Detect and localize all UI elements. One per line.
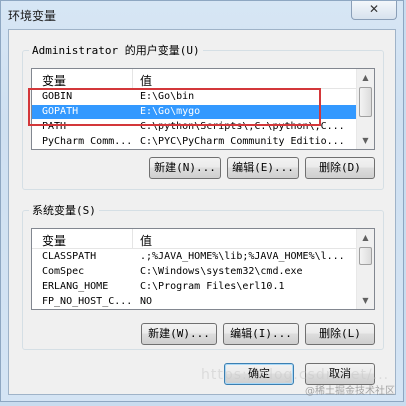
scroll-up-arrow-icon[interactable]: ▲: [357, 69, 374, 86]
system-edit-button[interactable]: 编辑(I)...: [223, 323, 299, 345]
system-variables-header: 变量 值: [32, 229, 357, 249]
site-watermark: @稀土掘金技术社区: [305, 386, 395, 397]
system-var-row-classpath[interactable]: CLASSPATH .;%JAVA_HOME%\lib;%JAVA_HOME%\…: [32, 250, 357, 264]
blog-watermark: https://blog.csdn.net/...: [201, 367, 390, 383]
dialog-title: 环境变量: [8, 9, 57, 23]
system-var-row-comspec[interactable]: ComSpec C:\Windows\system32\cmd.exe: [32, 265, 357, 279]
variable-name: PyCharm Comm...: [42, 136, 132, 147]
annotation-highlight-box: [28, 88, 321, 126]
system-var-row-fp-no-host[interactable]: FP_NO_HOST_C... NO: [32, 295, 357, 309]
user-delete-button[interactable]: 删除(D): [305, 157, 375, 179]
variable-value: C:\Windows\system32\cmd.exe: [140, 266, 303, 277]
dialog-client-area: Administrator 的用户变量(U) 变量 值 GOBIN E:\Go\…: [8, 29, 396, 395]
user-variables-label: Administrator 的用户变量(U): [29, 42, 203, 58]
system-new-button[interactable]: 新建(W)...: [141, 323, 217, 345]
system-delete-button[interactable]: 删除(L): [305, 323, 375, 345]
scroll-thumb[interactable]: [359, 87, 372, 117]
column-header-value[interactable]: 值: [140, 232, 152, 249]
close-icon: ✕: [368, 2, 380, 16]
column-header-variable[interactable]: 变量: [42, 72, 66, 89]
scroll-up-arrow-icon[interactable]: ▲: [357, 229, 374, 246]
scroll-thumb[interactable]: [359, 247, 372, 265]
column-separator[interactable]: [132, 229, 133, 248]
variable-name: CLASSPATH: [42, 251, 97, 262]
scroll-down-arrow-icon[interactable]: ▼: [357, 132, 374, 149]
user-variables-header: 变量 值: [32, 69, 357, 89]
user-var-row-pycharm[interactable]: PyCharm Comm... C:\PYC\PyCharm Community…: [32, 135, 357, 149]
variable-name: ComSpec: [42, 266, 85, 277]
system-variables-list[interactable]: 变量 值 CLASSPATH .;%JAVA_HOME%\lib;%JAVA_H…: [31, 228, 375, 310]
user-new-button[interactable]: 新建(N)...: [149, 157, 221, 179]
system-variables-label: 系统变量(S): [29, 202, 99, 218]
column-separator[interactable]: [132, 69, 133, 88]
variable-name: FP_NO_HOST_C...: [42, 296, 132, 307]
variable-value: .;%JAVA_HOME%\lib;%JAVA_HOME%\l...: [140, 251, 345, 262]
variable-value: NO: [140, 296, 153, 307]
scroll-down-arrow-icon[interactable]: ▼: [357, 292, 374, 309]
column-header-variable[interactable]: 变量: [42, 232, 66, 249]
column-header-value[interactable]: 值: [140, 72, 152, 89]
close-button[interactable]: ✕: [351, 1, 397, 20]
system-variables-group: 系统变量(S) 变量 值 CLASSPATH .;%JAVA_HOME%\lib…: [22, 202, 384, 350]
environment-variables-dialog: 环境变量 ✕ Administrator 的用户变量(U) 变量 值 GOBIN…: [0, 0, 404, 402]
variable-name: ERLANG_HOME: [42, 281, 109, 292]
variable-value: C:\Program Files\erl10.1: [140, 281, 285, 292]
variable-value: C:\PYC\PyCharm Community Editio...: [140, 136, 345, 147]
user-edit-button[interactable]: 编辑(E)...: [227, 157, 299, 179]
user-variables-scrollbar[interactable]: ▲ ▼: [356, 69, 374, 149]
system-var-row-erlang-home[interactable]: ERLANG_HOME C:\Program Files\erl10.1: [32, 280, 357, 294]
system-variables-scrollbar[interactable]: ▲ ▼: [356, 229, 374, 309]
